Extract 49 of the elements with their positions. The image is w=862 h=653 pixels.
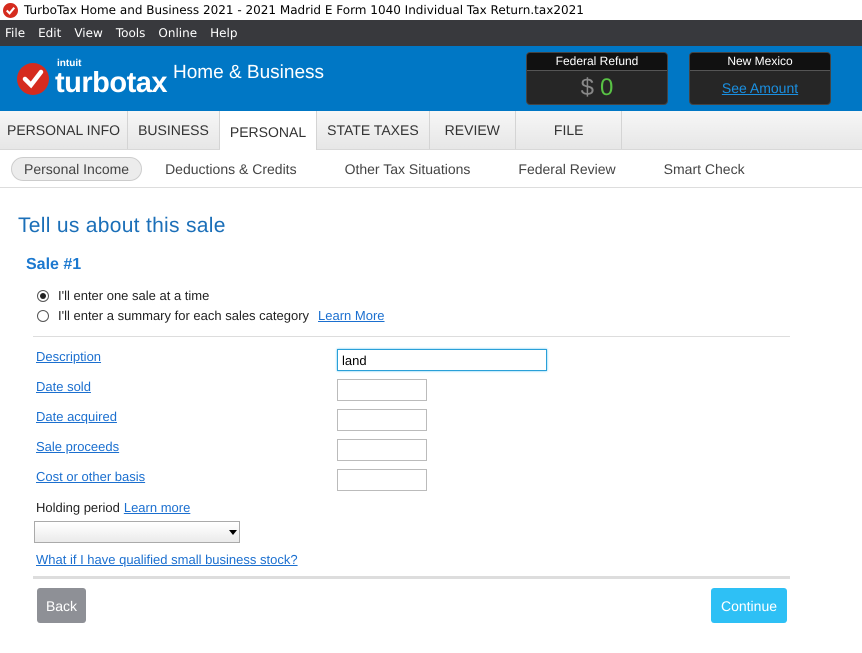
- menu-item[interactable]: Edit: [38, 26, 62, 40]
- subnav-item[interactable]: Personal Income: [11, 156, 142, 180]
- holding-period-label: Holding period: [36, 500, 120, 515]
- field-label-link[interactable]: Cost or other basis: [36, 469, 337, 484]
- refund-amount: 0: [600, 74, 614, 102]
- checkmark-logo-icon: [17, 62, 49, 94]
- menu-item[interactable]: Help: [210, 26, 238, 40]
- nav-tab[interactable]: PERSONAL: [220, 111, 318, 150]
- learn-more-link[interactable]: Learn more: [124, 500, 190, 515]
- option-label: I'll enter a summary for each sales category: [58, 308, 310, 323]
- radio-button[interactable]: [37, 290, 49, 302]
- window-title: TurboTax Home and Business 2021 - 2021 Madrid E Form 1040 Individual Tax Return.tax2021: [24, 3, 584, 17]
- input-field[interactable]: [337, 379, 427, 401]
- subnav-item[interactable]: Federal Review: [505, 156, 629, 180]
- holding-period-dropdown[interactable]: [34, 521, 240, 543]
- nav-tab[interactable]: STATE TAXES: [317, 111, 430, 149]
- sale-heading: Sale #1: [26, 256, 82, 274]
- input-field[interactable]: [337, 469, 427, 491]
- app-logo-icon: [3, 2, 18, 18]
- menu-item[interactable]: File: [5, 26, 26, 40]
- brand-small: intuit: [57, 59, 82, 69]
- caret-icon: [229, 530, 237, 534]
- subnav-item[interactable]: Smart Check: [650, 156, 758, 180]
- refund-label: New Mexico: [690, 53, 830, 71]
- subnav-item[interactable]: Other Tax Situations: [332, 156, 484, 180]
- currency-sign: $: [580, 74, 594, 102]
- menu-item[interactable]: View: [74, 26, 103, 40]
- page-title: Tell us about this sale: [18, 214, 227, 238]
- input-field[interactable]: [337, 439, 427, 461]
- nav-tab[interactable]: FILE: [516, 111, 622, 149]
- see-amount-link[interactable]: See Amount: [722, 80, 798, 96]
- field-label-link[interactable]: Description: [36, 349, 337, 364]
- nav-tab[interactable]: PERSONAL INFO: [0, 111, 128, 149]
- field-label-link[interactable]: Date acquired: [36, 409, 337, 424]
- refund-label: Federal Refund: [527, 53, 667, 71]
- brand-name: turbotax: [55, 69, 167, 98]
- learn-more-link[interactable]: Learn More: [318, 308, 385, 323]
- input-field[interactable]: land: [337, 349, 547, 371]
- field-label-link[interactable]: Date sold: [36, 379, 337, 394]
- edition-name: Home & Business: [173, 62, 324, 84]
- input-field[interactable]: [337, 409, 427, 431]
- menu-item[interactable]: Tools: [116, 26, 146, 40]
- nav-tab[interactable]: REVIEW: [430, 111, 516, 149]
- menu-item[interactable]: Online: [158, 26, 198, 40]
- radio-button[interactable]: [37, 310, 49, 322]
- subnav-item[interactable]: Deductions & Credits: [152, 156, 310, 180]
- field-label-link[interactable]: Sale proceeds: [36, 439, 337, 454]
- small-business-stock-link[interactable]: What if I have qualified small business stock?: [36, 552, 298, 567]
- option-label: I'll enter one sale at a time: [58, 288, 210, 303]
